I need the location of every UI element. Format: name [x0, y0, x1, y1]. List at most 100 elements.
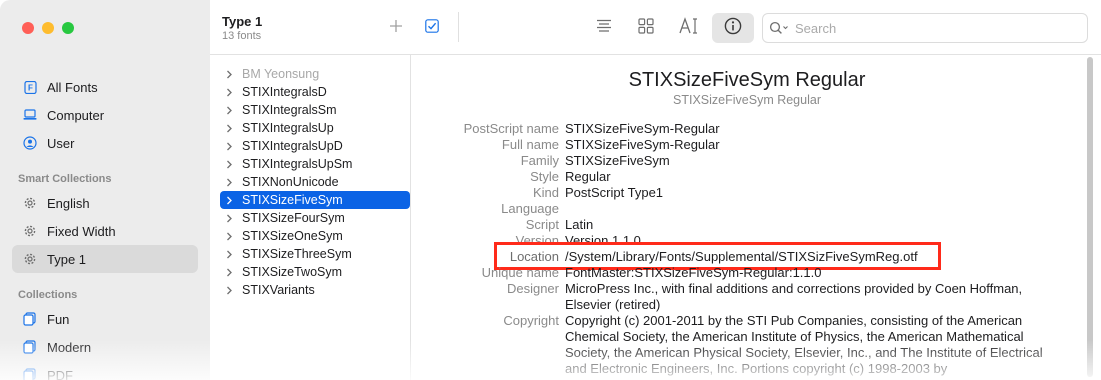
font-count: 13 fonts — [222, 30, 262, 42]
chevron-right-icon[interactable] — [226, 70, 238, 79]
chevron-right-icon[interactable] — [226, 250, 238, 259]
search-placeholder: Search — [795, 20, 837, 36]
font-family-row[interactable]: STIXIntegralsUpD — [220, 137, 410, 155]
font-family-name: STIXSizeTwoSym — [242, 265, 343, 279]
chevron-right-icon[interactable] — [226, 106, 238, 115]
text-size-icon — [679, 16, 699, 40]
font-family-list: BM Yeonsung STIXIntegralsD STIXIntegralsSm… — [210, 55, 411, 380]
gear-icon — [23, 224, 37, 238]
font-family-row[interactable]: STIXNonUnicode — [220, 173, 410, 191]
chevron-right-icon[interactable] — [226, 286, 238, 295]
sidebar-item-label: Computer — [47, 107, 105, 123]
align-center-icon — [596, 19, 612, 38]
sidebar-item-all-fonts[interactable]: F All Fonts — [12, 73, 198, 101]
checkbox-icon — [425, 18, 439, 38]
sidebar-item-user[interactable]: User — [12, 129, 198, 157]
font-family-row[interactable]: STIXSizeOneSym — [220, 227, 410, 245]
font-book-window: F All Fonts Computer User Smart Collecti… — [0, 0, 1101, 380]
font-family-row[interactable]: STIXIntegralsUp — [220, 119, 410, 137]
font-family-name: STIXIntegralsUpD — [242, 139, 343, 153]
computer-icon — [23, 108, 37, 122]
scrollbar[interactable] — [1086, 57, 1094, 377]
font-family-row[interactable]: BM Yeonsung — [220, 65, 410, 83]
grid-view-button[interactable] — [634, 14, 658, 42]
sidebar-item-label: Fixed Width — [47, 223, 116, 239]
info-button[interactable] — [720, 14, 746, 42]
font-family-name: STIXIntegralsSm — [242, 103, 337, 117]
font-family-name: STIXSizeOneSym — [242, 229, 343, 243]
font-family-name: STIXIntegralsD — [242, 85, 327, 99]
font-family-row[interactable]: STIXVariants — [220, 281, 410, 299]
info-value: Regular — [565, 169, 611, 184]
chevron-right-icon[interactable] — [226, 88, 238, 97]
sidebar-item-label: All Fonts — [47, 79, 98, 95]
sidebar-item-label: Modern — [47, 339, 92, 355]
toolbar: Type 1 13 fonts Search — [210, 0, 1101, 55]
font-family-row[interactable]: STIXSizeFourSym — [220, 209, 410, 227]
info-key: Designer — [506, 281, 559, 296]
chevron-right-icon[interactable] — [226, 178, 238, 187]
sidebar-item-english[interactable]: English — [12, 189, 198, 217]
add-font-button[interactable] — [384, 14, 408, 42]
info-value: /System/Library/Fonts/Supplemental/STIXS… — [565, 249, 918, 264]
chevron-right-icon[interactable] — [226, 214, 238, 223]
font-family-row[interactable]: STIXIntegralsUpSm — [220, 155, 410, 173]
search-icon — [769, 21, 789, 35]
zoom-window-button[interactable] — [62, 22, 74, 34]
font-family-name: STIXSizeFiveSym — [242, 193, 343, 207]
font-family-row[interactable]: STIXIntegralsSm — [220, 101, 410, 119]
chevron-right-icon[interactable] — [226, 232, 238, 241]
info-key: Full name — [501, 137, 559, 152]
font-family-name: STIXNonUnicode — [242, 175, 339, 189]
sidebar-item-pdf[interactable]: PDF — [12, 361, 198, 380]
sidebar-item-modern[interactable]: Modern — [12, 333, 198, 361]
sidebar-item-label: Fun — [47, 311, 70, 327]
info-key: Family — [520, 153, 559, 168]
gear-icon — [23, 196, 37, 210]
sidebar-item-label: User — [47, 135, 75, 151]
sidebar-item-label: Type 1 — [47, 251, 87, 267]
info-value: STIXSizeFiveSym — [565, 153, 670, 168]
font-family-row[interactable]: STIXSizeThreeSym — [220, 245, 410, 263]
collection-icon — [23, 312, 37, 326]
sidebar-item-type-1[interactable]: Type 1 — [12, 245, 198, 273]
minimize-window-button[interactable] — [42, 22, 54, 34]
font-size-button[interactable] — [676, 14, 702, 42]
info-key: Location — [509, 249, 559, 264]
font-family-name: BM Yeonsung — [242, 67, 320, 81]
close-window-button[interactable] — [22, 22, 34, 34]
font-family-row[interactable]: STIXIntegralsD — [220, 83, 410, 101]
sidebar-item-label: English — [47, 195, 90, 211]
info-value: Copyright (c) 2001-2011 by the STI Pub C… — [565, 313, 1043, 376]
info-key: Unique name — [481, 265, 559, 280]
gear-icon — [23, 252, 37, 266]
font-book-icon: F — [23, 80, 37, 94]
chevron-right-icon[interactable] — [226, 142, 238, 151]
sidebar-item-fun[interactable]: Fun — [12, 305, 198, 333]
scrollbar-thumb[interactable] — [1087, 57, 1093, 377]
info-key: Kind — [532, 185, 559, 200]
sidebar-item-computer[interactable]: Computer — [12, 101, 198, 129]
font-family-row[interactable]: STIXSizeTwoSym — [220, 263, 410, 281]
smart-collections-header: Smart Collections — [18, 173, 112, 185]
chevron-right-icon[interactable] — [226, 124, 238, 133]
info-key: Script — [525, 217, 559, 232]
grid-icon — [638, 17, 654, 39]
sidebar-item-fixed-width[interactable]: Fixed Width — [12, 217, 198, 245]
enable-font-checkbox[interactable] — [420, 14, 444, 42]
font-family-name: STIXIntegralsUp — [242, 121, 334, 135]
search-field[interactable]: Search — [762, 13, 1088, 43]
collection-icon — [23, 340, 37, 354]
chevron-right-icon[interactable] — [226, 160, 238, 169]
sidebar-item-label: PDF — [47, 367, 73, 380]
font-family-name: STIXIntegralsUpSm — [242, 157, 353, 171]
info-value: Latin — [565, 217, 594, 232]
chevron-right-icon[interactable] — [226, 196, 238, 205]
font-title: STIXSizeFiveSym Regular — [628, 69, 866, 91]
text-view-button[interactable] — [592, 14, 616, 42]
font-family-name: STIXSizeFourSym — [242, 211, 345, 225]
chevron-right-icon[interactable] — [226, 268, 238, 277]
info-icon — [724, 17, 742, 40]
font-family-row[interactable]: STIXSizeFiveSym — [220, 191, 410, 209]
font-family-name: STIXSizeThreeSym — [242, 247, 352, 261]
